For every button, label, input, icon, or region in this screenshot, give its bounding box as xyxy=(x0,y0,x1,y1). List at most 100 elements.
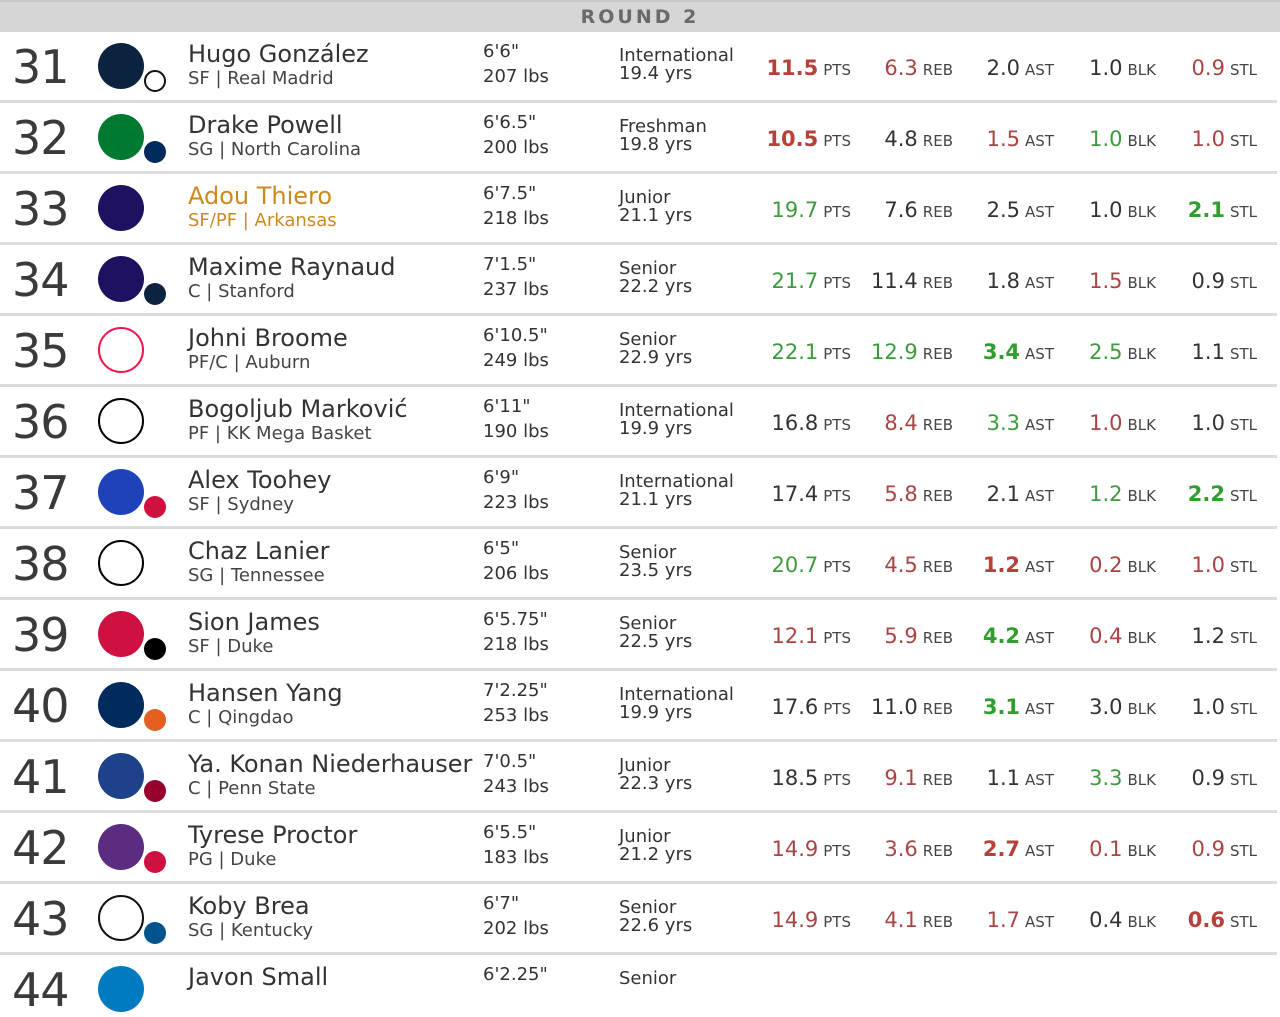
player-name[interactable]: Drake Powell xyxy=(188,110,343,140)
player-name[interactable]: Adou Thiero xyxy=(188,181,332,211)
stat-blk: 3.0 BLK xyxy=(1089,693,1156,723)
draft-pick-row[interactable]: 33 Adou Thiero SF/PF | Arkansas 6'7.5" 218 l… xyxy=(0,174,1277,245)
stat-reb: 8.4 REB xyxy=(884,409,953,439)
stat-ast-unit: AST xyxy=(1025,132,1054,150)
stat-ast: 2.5 AST xyxy=(987,196,1054,226)
stat-stl-value: 1.2 xyxy=(1191,624,1225,648)
player-name[interactable]: Sion James xyxy=(188,607,320,637)
stat-blk-unit: BLK xyxy=(1127,132,1156,150)
draft-pick-row[interactable]: 41 Ya. Konan Niederhauser C | Penn State 7'… xyxy=(0,742,1277,813)
player-name[interactable]: Maxime Raynaud xyxy=(188,252,395,282)
stat-ast: 2.7 AST xyxy=(983,835,1054,865)
stat-pts-unit: PTS xyxy=(823,416,851,434)
stat-pts: 10.5 PTS xyxy=(766,125,851,155)
pick-number: 44 xyxy=(12,963,70,1017)
stat-pts-value: 16.8 xyxy=(771,411,819,435)
stat-stl-value: 0.9 xyxy=(1191,837,1225,861)
stat-stl: 1.1 STL xyxy=(1192,338,1257,368)
player-height: 6'6.5" xyxy=(483,112,537,133)
stat-stl: 1.0 STL xyxy=(1192,551,1257,581)
stat-blk-value: 1.0 xyxy=(1089,56,1123,80)
stat-blk: 0.4 BLK xyxy=(1089,622,1156,652)
hornets-logo xyxy=(98,256,144,302)
draft-pick-row[interactable]: 44 Javon Small 6'2.25" Senior xyxy=(0,955,1277,1015)
raptors-logo xyxy=(98,611,144,657)
stat-stl-unit: STL xyxy=(1229,274,1257,292)
stat-ast-unit: AST xyxy=(1025,345,1054,363)
mavericks-logo xyxy=(144,922,166,944)
pick-number: 38 xyxy=(12,537,70,591)
stat-ast-unit: AST xyxy=(1025,61,1054,79)
player-height: 6'6" xyxy=(483,41,520,62)
stat-pts-value: 22.1 xyxy=(771,340,819,364)
player-age: 22.9 yrs xyxy=(619,347,693,368)
player-name[interactable]: Ya. Konan Niederhauser xyxy=(188,749,472,779)
stat-pts-value: 20.7 xyxy=(771,553,819,577)
player-position-school: SG | Kentucky xyxy=(188,920,314,941)
stat-blk-unit: BLK xyxy=(1127,487,1156,505)
player-name[interactable]: Koby Brea xyxy=(188,891,310,921)
stat-reb: 4.5 REB xyxy=(884,551,953,581)
pelicans-logo xyxy=(144,283,166,305)
draft-pick-row[interactable]: 36 Bogoljub Marković PF | KK Mega Basket 6'… xyxy=(0,387,1277,458)
player-height: 7'1.5" xyxy=(483,254,537,275)
stat-pts-value: 21.7 xyxy=(771,269,819,293)
stat-stl-value: 2.1 xyxy=(1187,198,1225,222)
player-age: 22.6 yrs xyxy=(619,915,693,936)
player-name[interactable]: Alex Toohey xyxy=(188,465,331,495)
stat-stl-value: 1.1 xyxy=(1191,340,1225,364)
stat-reb: 11.0 REB xyxy=(871,693,953,723)
stat-reb-value: 9.1 xyxy=(884,766,918,790)
celtics-logo xyxy=(98,114,144,160)
player-name[interactable]: Johni Broome xyxy=(188,323,348,353)
player-height: 7'0.5" xyxy=(483,751,537,772)
draft-pick-row[interactable]: 43 Koby Brea SG | Kentucky 6'7" 202 lbs Senio… xyxy=(0,884,1277,955)
stat-reb-unit: REB xyxy=(922,61,953,79)
stat-stl: 1.0 STL xyxy=(1192,693,1257,723)
player-age: 22.5 yrs xyxy=(619,631,693,652)
draft-pick-row[interactable]: 40 Hansen Yang C | Qingdao 7'2.25" 253 lbs In… xyxy=(0,671,1277,742)
draft-pick-row[interactable]: 42 Tyrese Proctor PG | Duke 6'5.5" 183 lbs Ju… xyxy=(0,813,1277,884)
player-name[interactable]: Tyrese Proctor xyxy=(188,820,357,850)
stat-pts: 14.9 PTS xyxy=(772,835,852,865)
player-name[interactable]: Javon Small xyxy=(188,962,328,992)
stat-ast: 1.8 AST xyxy=(987,267,1054,297)
player-name[interactable]: Chaz Lanier xyxy=(188,536,330,566)
player-height: 6'5.75" xyxy=(483,609,548,630)
stat-reb-unit: REB xyxy=(922,274,953,292)
stat-ast: 3.3 AST xyxy=(987,409,1054,439)
stat-reb: 6.3 REB xyxy=(884,54,953,84)
draft-pick-row[interactable]: 31 Hugo González SF | Real Madrid 6'6" 207 l… xyxy=(0,32,1277,103)
stat-reb-value: 11.0 xyxy=(871,695,918,719)
player-name[interactable]: Bogoljub Marković xyxy=(188,394,408,424)
stat-stl-unit: STL xyxy=(1229,913,1257,931)
stat-blk-value: 1.0 xyxy=(1089,198,1123,222)
stat-pts-unit: PTS xyxy=(823,629,851,647)
player-age: 21.1 yrs xyxy=(619,489,693,510)
draft-pick-row[interactable]: 38 Chaz Lanier SG | Tennessee 6'5" 206 lbs Se… xyxy=(0,529,1277,600)
stat-ast-value: 2.0 xyxy=(986,56,1021,80)
player-name[interactable]: Hansen Yang xyxy=(188,678,343,708)
stat-reb-value: 12.9 xyxy=(871,340,918,364)
stat-ast-unit: AST xyxy=(1025,913,1054,931)
player-weight: 218 lbs xyxy=(483,208,549,229)
stat-blk: 0.1 BLK xyxy=(1089,835,1156,865)
player-position-school: C | Penn State xyxy=(188,778,316,799)
stat-pts-value: 14.9 xyxy=(771,908,819,932)
pick-number: 35 xyxy=(12,324,70,378)
player-name[interactable]: Hugo González xyxy=(188,39,369,69)
stat-ast: 1.2 AST xyxy=(983,551,1054,581)
pick-number: 41 xyxy=(12,750,70,804)
stat-blk-unit: BLK xyxy=(1127,345,1156,363)
pick-number: 36 xyxy=(12,395,70,449)
draft-pick-row[interactable]: 37 Alex Toohey SF | Sydney 6'9" 223 lbs Inter… xyxy=(0,458,1277,529)
stat-blk-unit: BLK xyxy=(1127,913,1156,931)
player-position-school: PG | Duke xyxy=(188,849,277,870)
draft-pick-row[interactable]: 34 Maxime Raynaud C | Stanford 7'1.5" 237 lb… xyxy=(0,245,1277,316)
draft-pick-row[interactable]: 35 Johni Broome PF/C | Auburn 6'10.5" 249 lb… xyxy=(0,316,1277,387)
draft-pick-row[interactable]: 39 Sion James SF | Duke 6'5.75" 218 lbs Senio… xyxy=(0,600,1277,671)
stat-pts-unit: PTS xyxy=(823,771,851,789)
pistons-logo xyxy=(98,469,144,515)
draft-pick-row[interactable]: 32 Drake Powell SG | North Carolina 6'6.5" 2… xyxy=(0,103,1277,174)
player-position-school: SF/PF | Arkansas xyxy=(188,210,337,231)
